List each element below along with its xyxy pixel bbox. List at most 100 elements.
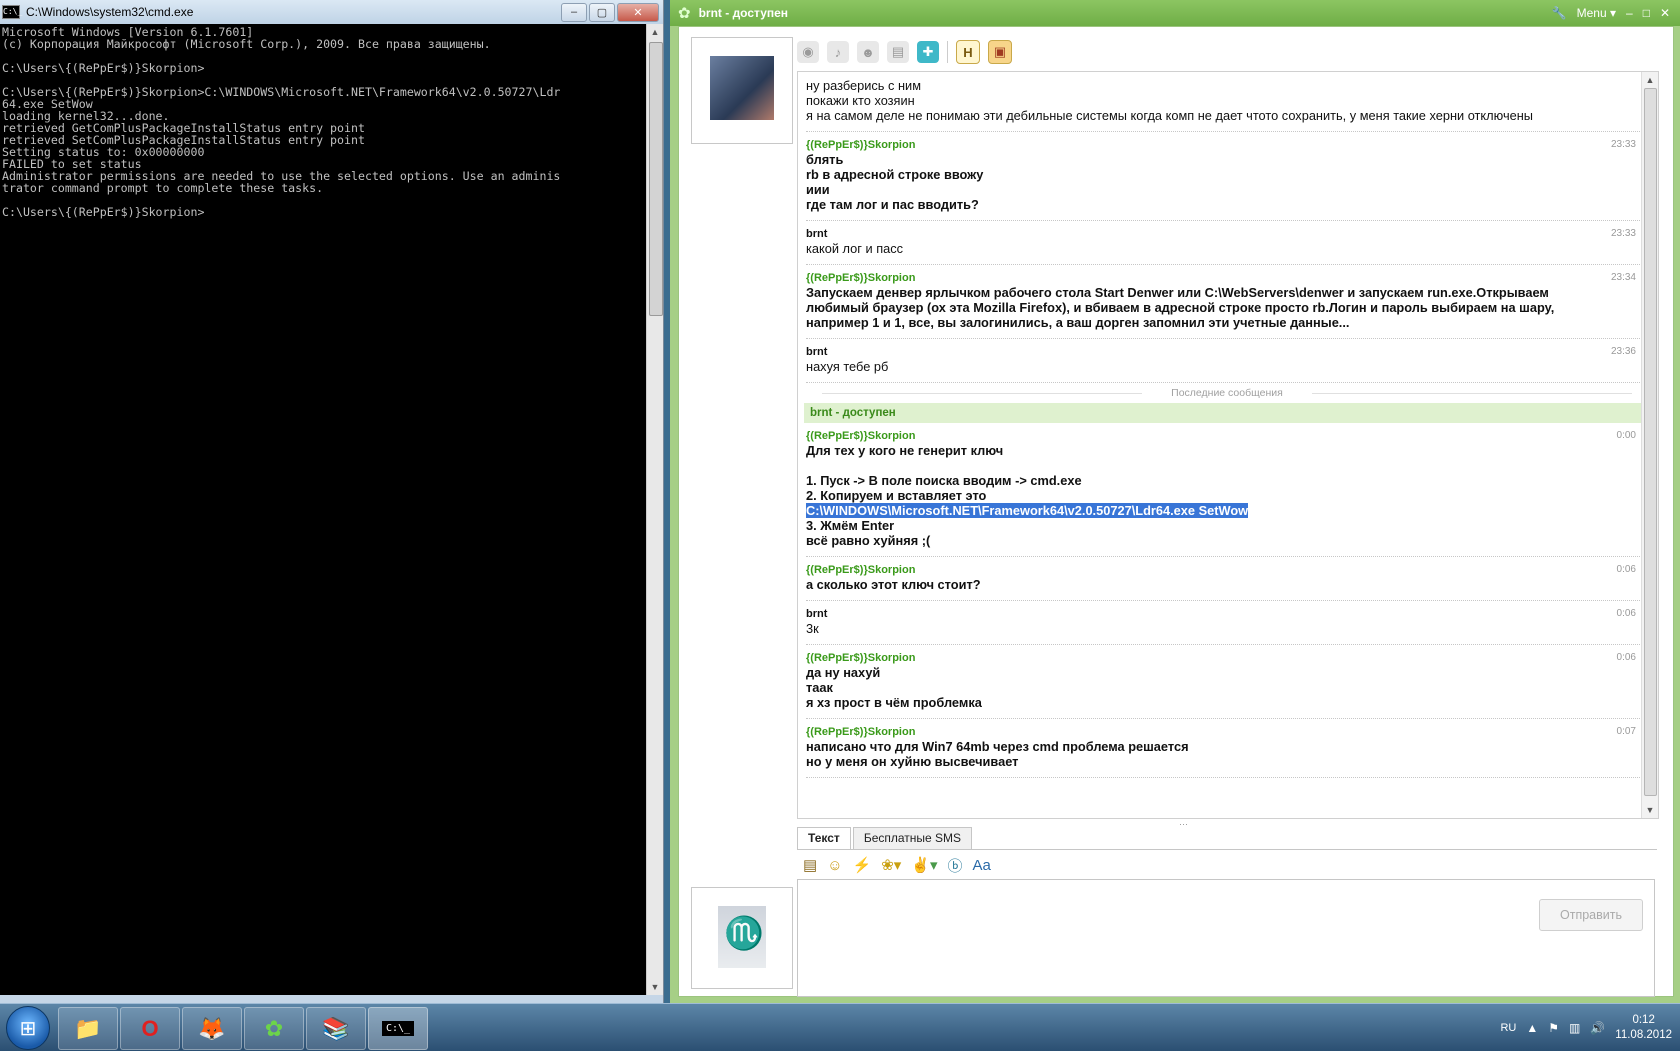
volume-icon[interactable]: 🔊 [1590, 1021, 1605, 1035]
scorpion-icon: ♏ [724, 915, 764, 951]
message-sender: {(RePpEr$)}Skorpion [806, 139, 916, 151]
message-text-line[interactable]: C:\WINDOWS\Microsoft.NET\Framework64\v2.… [806, 503, 1648, 518]
firefox-icon[interactable]: 🦊 [182, 1007, 242, 1050]
cmd-close-button[interactable]: ✕ [617, 2, 659, 22]
smiley-icon[interactable]: ☺ [827, 857, 842, 874]
webcam-icon[interactable]: ◉ [797, 41, 819, 63]
recent-messages-divider: Последние сообщения [806, 385, 1648, 401]
selected-text[interactable]: C:\WINDOWS\Microsoft.NET\Framework64\v2.… [806, 503, 1249, 518]
message-text-line[interactable]: да ну нахуй [806, 665, 1648, 680]
contact-avatar[interactable] [691, 37, 793, 144]
cmd-icon[interactable]: C:\_ [368, 1007, 428, 1050]
message-timestamp: 23:34 [1610, 272, 1636, 283]
message-timestamp: 0:07 [1616, 726, 1636, 737]
opera-icon[interactable]: O [120, 1007, 180, 1050]
message-text-line[interactable]: а сколько этот ключ стоит? [806, 577, 1648, 592]
message-text-line[interactable]: любимый браузер (ох эта Mozilla Firefox)… [806, 300, 1648, 315]
message-text-line[interactable]: какой лог и пасс [806, 241, 1648, 256]
tab-0[interactable]: Текст [797, 827, 851, 849]
fingers-icon[interactable]: ✌▾ [911, 856, 937, 874]
message-text-line[interactable]: где там лог и пас вводить? [806, 197, 1648, 212]
message-input[interactable] [797, 879, 1655, 997]
lightning-icon[interactable]: ⚡ [853, 856, 872, 874]
icq-flower-icon: ✿ [678, 5, 691, 22]
icq-maximize-button[interactable]: □ [1643, 6, 1650, 20]
message-text-line[interactable]: блять [806, 152, 1648, 167]
message-text-line[interactable]: таак [806, 680, 1648, 695]
message-text-line[interactable]: например 1 и 1, все, вы залогинились, а … [806, 315, 1648, 330]
message-text-line[interactable]: 2. Копируем и вставляет это [806, 488, 1648, 503]
message-text-line[interactable]: написано что для Win7 64mb через cmd про… [806, 739, 1648, 754]
menu-label: Menu [1576, 6, 1607, 20]
icq-minimize-button[interactable]: – [1626, 6, 1633, 20]
message-text-line[interactable]: ну разберись с ним [806, 78, 1648, 93]
message-text-line[interactable]: нахуя тебе рб [806, 359, 1648, 374]
chat-history[interactable]: ну разберись с ним покажи кто хозяин я на … [797, 71, 1659, 819]
chevron-down-icon: ▾ [1609, 6, 1616, 20]
language-indicator[interactable]: RU [1500, 1022, 1516, 1034]
start-button[interactable]: ⊞ [6, 1006, 50, 1050]
message-text-line[interactable]: Для тех у кого не генерит ключ [806, 443, 1648, 458]
message-text-line[interactable]: Запускаем денвер ярлычком рабочего стола… [806, 285, 1648, 300]
explorer-icon[interactable]: 📁 [58, 1007, 118, 1050]
menu-button[interactable]: Menu ▾ [1577, 6, 1616, 20]
clock[interactable]: 0:12 11.08.2012 [1615, 1013, 1672, 1043]
input-tabs: Текст Бесплатные SMS [797, 827, 1657, 849]
action-center-icon[interactable]: ⚑ [1548, 1021, 1559, 1035]
my-avatar-image: ♏ [718, 906, 766, 968]
cmd-minimize-button[interactable]: – [561, 2, 587, 22]
icq-titlebar[interactable]: ✿ brnt - доступен 🔧 Menu ▾ – □ ✕ [670, 0, 1680, 26]
message-timestamp: 0:00 [1616, 430, 1636, 441]
cmd-scrollbar-thumb[interactable] [649, 42, 663, 316]
tray-expand-icon[interactable]: ▲ [1526, 1021, 1538, 1035]
clock-time: 0:12 [1632, 1013, 1655, 1026]
winrar-icon[interactable]: 📚 [306, 1007, 366, 1050]
message-text-line[interactable]: я хз прост в чём проблемка [806, 695, 1648, 710]
message-text-line[interactable]: иии [806, 182, 1648, 197]
cmd-maximize-button[interactable]: ▢ [589, 2, 615, 22]
scroll-up-arrow-icon[interactable]: ▲ [647, 24, 663, 40]
message-text-line[interactable]: 1. Пуск -> В поле поиска вводим -> cmd.e… [806, 473, 1648, 488]
message-text-line[interactable] [806, 458, 1648, 473]
icq-content: ◉ ♪ ☻ ▤ ✚ H ▣ ну разберись с ним покажи к… [678, 26, 1674, 997]
chat-toolbar: ◉ ♪ ☻ ▤ ✚ H ▣ [797, 39, 1012, 65]
scroll-up-arrow-icon[interactable]: ▲ [1642, 72, 1658, 88]
message-text-line[interactable]: всё равно хуйняя ;( [806, 533, 1648, 548]
contacts-icon[interactable]: ☻ [857, 41, 879, 63]
my-avatar[interactable]: ♏ [691, 887, 793, 989]
message-timestamp: 23:36 [1610, 346, 1636, 357]
network-icon[interactable]: ▥ [1569, 1021, 1580, 1035]
microphone-icon[interactable]: ♪ [827, 41, 849, 63]
chat-scrollbar-thumb[interactable] [1644, 88, 1657, 796]
font-icon[interactable]: Aa [973, 857, 991, 874]
cmd-console-output[interactable]: Microsoft Windows [Version 6.1.7601] (c)… [0, 24, 646, 995]
cmd-app-icon: C:\_ [2, 5, 22, 19]
bee-icon[interactable]: ❀▾ [881, 856, 901, 874]
tab-1[interactable]: Бесплатные SMS [852, 827, 973, 849]
icq-close-button[interactable]: ✕ [1660, 6, 1670, 20]
message-text-line[interactable]: 3к [806, 621, 1648, 636]
taskbar: ⊞ 📁 O 🦊 ✿ 📚 C:\_ RU ▲ ⚑ ▥ 🔊 0:12 11.08.2… [0, 1003, 1680, 1051]
cmd-titlebar[interactable]: C:\_ C:\Windows\system32\cmd.exe – ▢ ✕ [0, 0, 663, 24]
send-button[interactable]: Отправить [1539, 899, 1643, 931]
cmd-vertical-scrollbar[interactable]: ▲ ▼ [646, 24, 663, 995]
history-icon[interactable]: ▤ [887, 41, 909, 63]
scroll-down-arrow-icon[interactable]: ▼ [647, 979, 663, 995]
h-icon[interactable]: H [956, 40, 980, 64]
paste-icon[interactable]: ▤ [803, 856, 817, 874]
message-sender: {(RePpEr$)}Skorpion [806, 272, 916, 284]
message-text-line[interactable]: rb в адресной строке ввожу [806, 167, 1648, 182]
message-text-line[interactable]: 3. Жмём Enter [806, 518, 1648, 533]
message-text-line[interactable]: покажи кто хозяин [806, 93, 1648, 108]
scroll-down-arrow-icon[interactable]: ▼ [1642, 802, 1658, 818]
message-list: ну разберись с ним покажи кто хозяин я на … [798, 72, 1648, 778]
chat-vertical-scrollbar[interactable]: ▲ ▼ [1641, 72, 1658, 818]
icq-chat-window: ✿ brnt - доступен 🔧 Menu ▾ – □ ✕ ◉ ♪ ☻ ▤… [670, 0, 1680, 1003]
games-icon[interactable]: ✚ [917, 41, 939, 63]
wrench-icon[interactable]: 🔧 [1552, 6, 1567, 20]
message-text-line[interactable]: я на самом деле не понимаю эти дебильные… [806, 108, 1648, 123]
b-icon[interactable]: ⓑ [948, 855, 963, 876]
icq-icon[interactable]: ✿ [244, 1007, 304, 1050]
message-text-line[interactable]: но у меня он хуйню высвечивает [806, 754, 1648, 769]
card-icon[interactable]: ▣ [988, 40, 1012, 64]
